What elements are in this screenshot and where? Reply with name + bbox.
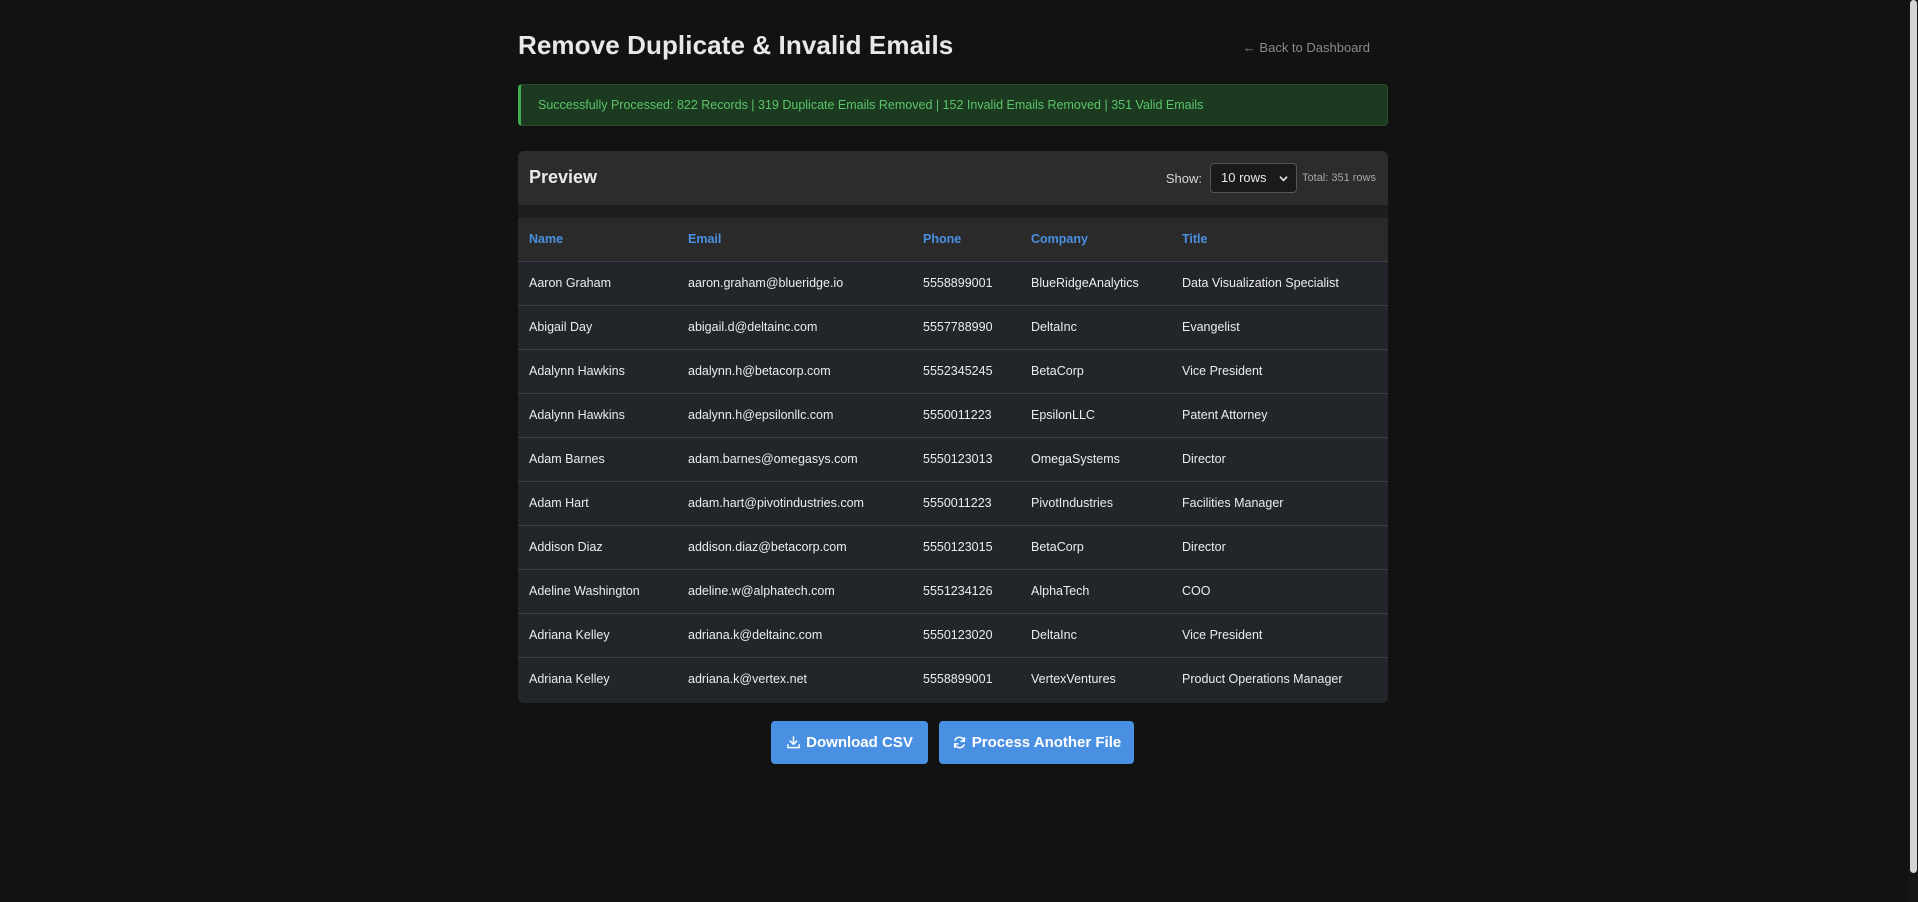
cell-email: adriana.k@vertex.net — [688, 672, 808, 687]
cell-email: adalynn.h@betacorp.com — [677, 349, 912, 394]
process-another-file-label: Process Another File — [971, 734, 1122, 751]
rows-per-page-select[interactable]: 10 rows — [1210, 163, 1297, 193]
show-label: Show: — [1165, 171, 1202, 186]
column-header-phone[interactable]: Phone — [912, 218, 1020, 262]
cell-name: Adalynn Hawkins — [518, 349, 677, 394]
total-rows-label: Total: 351 rows — [1302, 172, 1376, 184]
cell-company: BetaCorp — [1020, 525, 1171, 570]
table-row: Adriana Kelley adriana.k@vertex.net 555889… — [518, 657, 1388, 701]
cell-title: Vice President — [1171, 613, 1388, 658]
table-row: Adam Barnes adam.barnes@omegasys.com 55501… — [518, 437, 1388, 482]
cell-title: Patent Attorney — [1171, 393, 1388, 438]
cell-phone: 5550123015 — [912, 525, 1020, 570]
scrollbar-thumb[interactable] — [1910, 0, 1917, 873]
cell-name: Adriana Kelley — [518, 613, 677, 658]
table-row: Adalynn Hawkins adalynn.h@epsilonllc.com 5… — [518, 393, 1388, 438]
column-header-name[interactable]: Name — [518, 218, 677, 262]
refresh-icon — [953, 736, 965, 749]
divider — [518, 206, 1388, 218]
cell-email: abigail.d@deltainc.com — [677, 305, 912, 350]
cell-phone: 5550011223 — [912, 393, 1020, 438]
back-to-dashboard-link[interactable]: ← Back to Dashboard — [1243, 40, 1370, 55]
table-row: Adriana Kelley adriana.k@deltainc.com 5550… — [518, 613, 1388, 658]
table-body: Aaron Graham aaron.graham@blueridge.io 555… — [518, 261, 1388, 701]
cell-company: DeltaInc — [1020, 613, 1171, 658]
cell-title: Facilities Manager — [1171, 481, 1388, 526]
download-icon — [787, 736, 801, 749]
cell-phone: 5552345245 — [912, 349, 1020, 394]
table-row: Addison Diaz addison.diaz@betacorp.com 555… — [518, 525, 1388, 570]
cell-title: Director — [1171, 437, 1388, 482]
cell-title: Data Visualization Specialist — [1171, 261, 1388, 306]
cell-email: aaron.graham@blueridge.io — [677, 261, 912, 306]
cell-email: adalynn.h@epsilonllc.com — [677, 393, 912, 438]
column-header-title[interactable]: Title — [1171, 218, 1388, 262]
table-row: Abigail Day abigail.d@deltainc.com 5557788… — [518, 305, 1388, 350]
cell-phone: 5550123020 — [912, 613, 1020, 658]
page-header: Remove Duplicate & Invalid Emails ← Back… — [518, 0, 1388, 80]
column-header-company[interactable]: Company — [1020, 218, 1171, 262]
cell-name: Adalynn Hawkins — [518, 393, 677, 438]
cell-company: OmegaSystems — [1020, 437, 1171, 482]
column-header-email[interactable]: Email — [677, 218, 912, 262]
cell-name: Adeline Washington — [518, 569, 677, 614]
action-buttons: Download CSV Process Another File — [518, 721, 1388, 765]
cell-phone: 5558899001 — [923, 672, 993, 687]
cell-name: Addison Diaz — [518, 525, 677, 570]
cell-email: adriana.k@deltainc.com — [677, 613, 912, 658]
cell-title: Vice President — [1171, 349, 1388, 394]
cell-email: addison.diaz@betacorp.com — [677, 525, 912, 570]
cell-title: Director — [1171, 525, 1388, 570]
cell-phone: 5551234126 — [912, 569, 1020, 614]
rows-select-value: 10 rows — [1221, 170, 1267, 185]
cell-company: VertexVentures — [1031, 672, 1116, 687]
cell-company: AlphaTech — [1020, 569, 1171, 614]
cell-name: Abigail Day — [518, 305, 677, 350]
cell-title: COO — [1171, 569, 1388, 614]
cell-company: EpsilonLLC — [1020, 393, 1171, 438]
cell-name: Aaron Graham — [518, 261, 677, 306]
cell-company: BetaCorp — [1020, 349, 1171, 394]
main-container: Remove Duplicate & Invalid Emails ← Back… — [518, 0, 1388, 764]
process-another-file-button[interactable]: Process Another File — [939, 721, 1134, 764]
page-title: Remove Duplicate & Invalid Emails — [518, 30, 954, 60]
chevron-down-icon — [1279, 176, 1288, 182]
preview-card: Preview Show: 10 rows Total: 351 rows Na… — [518, 151, 1388, 703]
cell-phone: 5550123013 — [912, 437, 1020, 482]
cell-name: Adam Barnes — [518, 437, 677, 482]
table-row: Adeline Washington adeline.w@alphatech.co… — [518, 569, 1388, 614]
table-row: Adalynn Hawkins adalynn.h@betacorp.com 555… — [518, 349, 1388, 394]
cell-phone: 5558899001 — [912, 261, 1020, 306]
preview-table: Name Email Phone Company Title Aaron Gra… — [518, 218, 1388, 701]
cell-company: BlueRidgeAnalytics — [1020, 261, 1171, 306]
cell-name: Adriana Kelley — [529, 672, 610, 687]
table-row: Aaron Graham aaron.graham@blueridge.io 555… — [518, 261, 1388, 306]
table-header-row: Name Email Phone Company Title — [518, 218, 1388, 262]
table-row: Adam Hart adam.hart@pivotindustries.com 55… — [518, 481, 1388, 526]
success-alert: Successfully Processed: 822 Records | 31… — [518, 84, 1388, 126]
cell-name: Adam Hart — [518, 481, 677, 526]
cell-email: adeline.w@alphatech.com — [677, 569, 912, 614]
cell-company: DeltaInc — [1020, 305, 1171, 350]
cell-title: Evangelist — [1171, 305, 1388, 350]
download-csv-button[interactable]: Download CSV — [771, 721, 928, 764]
download-csv-label: Download CSV — [806, 734, 913, 751]
vertical-scrollbar[interactable] — [1909, 0, 1918, 902]
page: Remove Duplicate & Invalid Emails ← Back… — [0, 0, 1918, 902]
cell-email: adam.barnes@omegasys.com — [677, 437, 912, 482]
cell-title: Product Operations Manager — [1182, 672, 1343, 687]
cell-phone: 5557788990 — [912, 305, 1020, 350]
preview-header: Preview Show: 10 rows Total: 351 rows — [518, 151, 1388, 206]
cell-company: PivotIndustries — [1020, 481, 1171, 526]
cell-phone: 5550011223 — [912, 481, 1020, 526]
preview-title: Preview — [529, 167, 598, 187]
cell-email: adam.hart@pivotindustries.com — [677, 481, 912, 526]
